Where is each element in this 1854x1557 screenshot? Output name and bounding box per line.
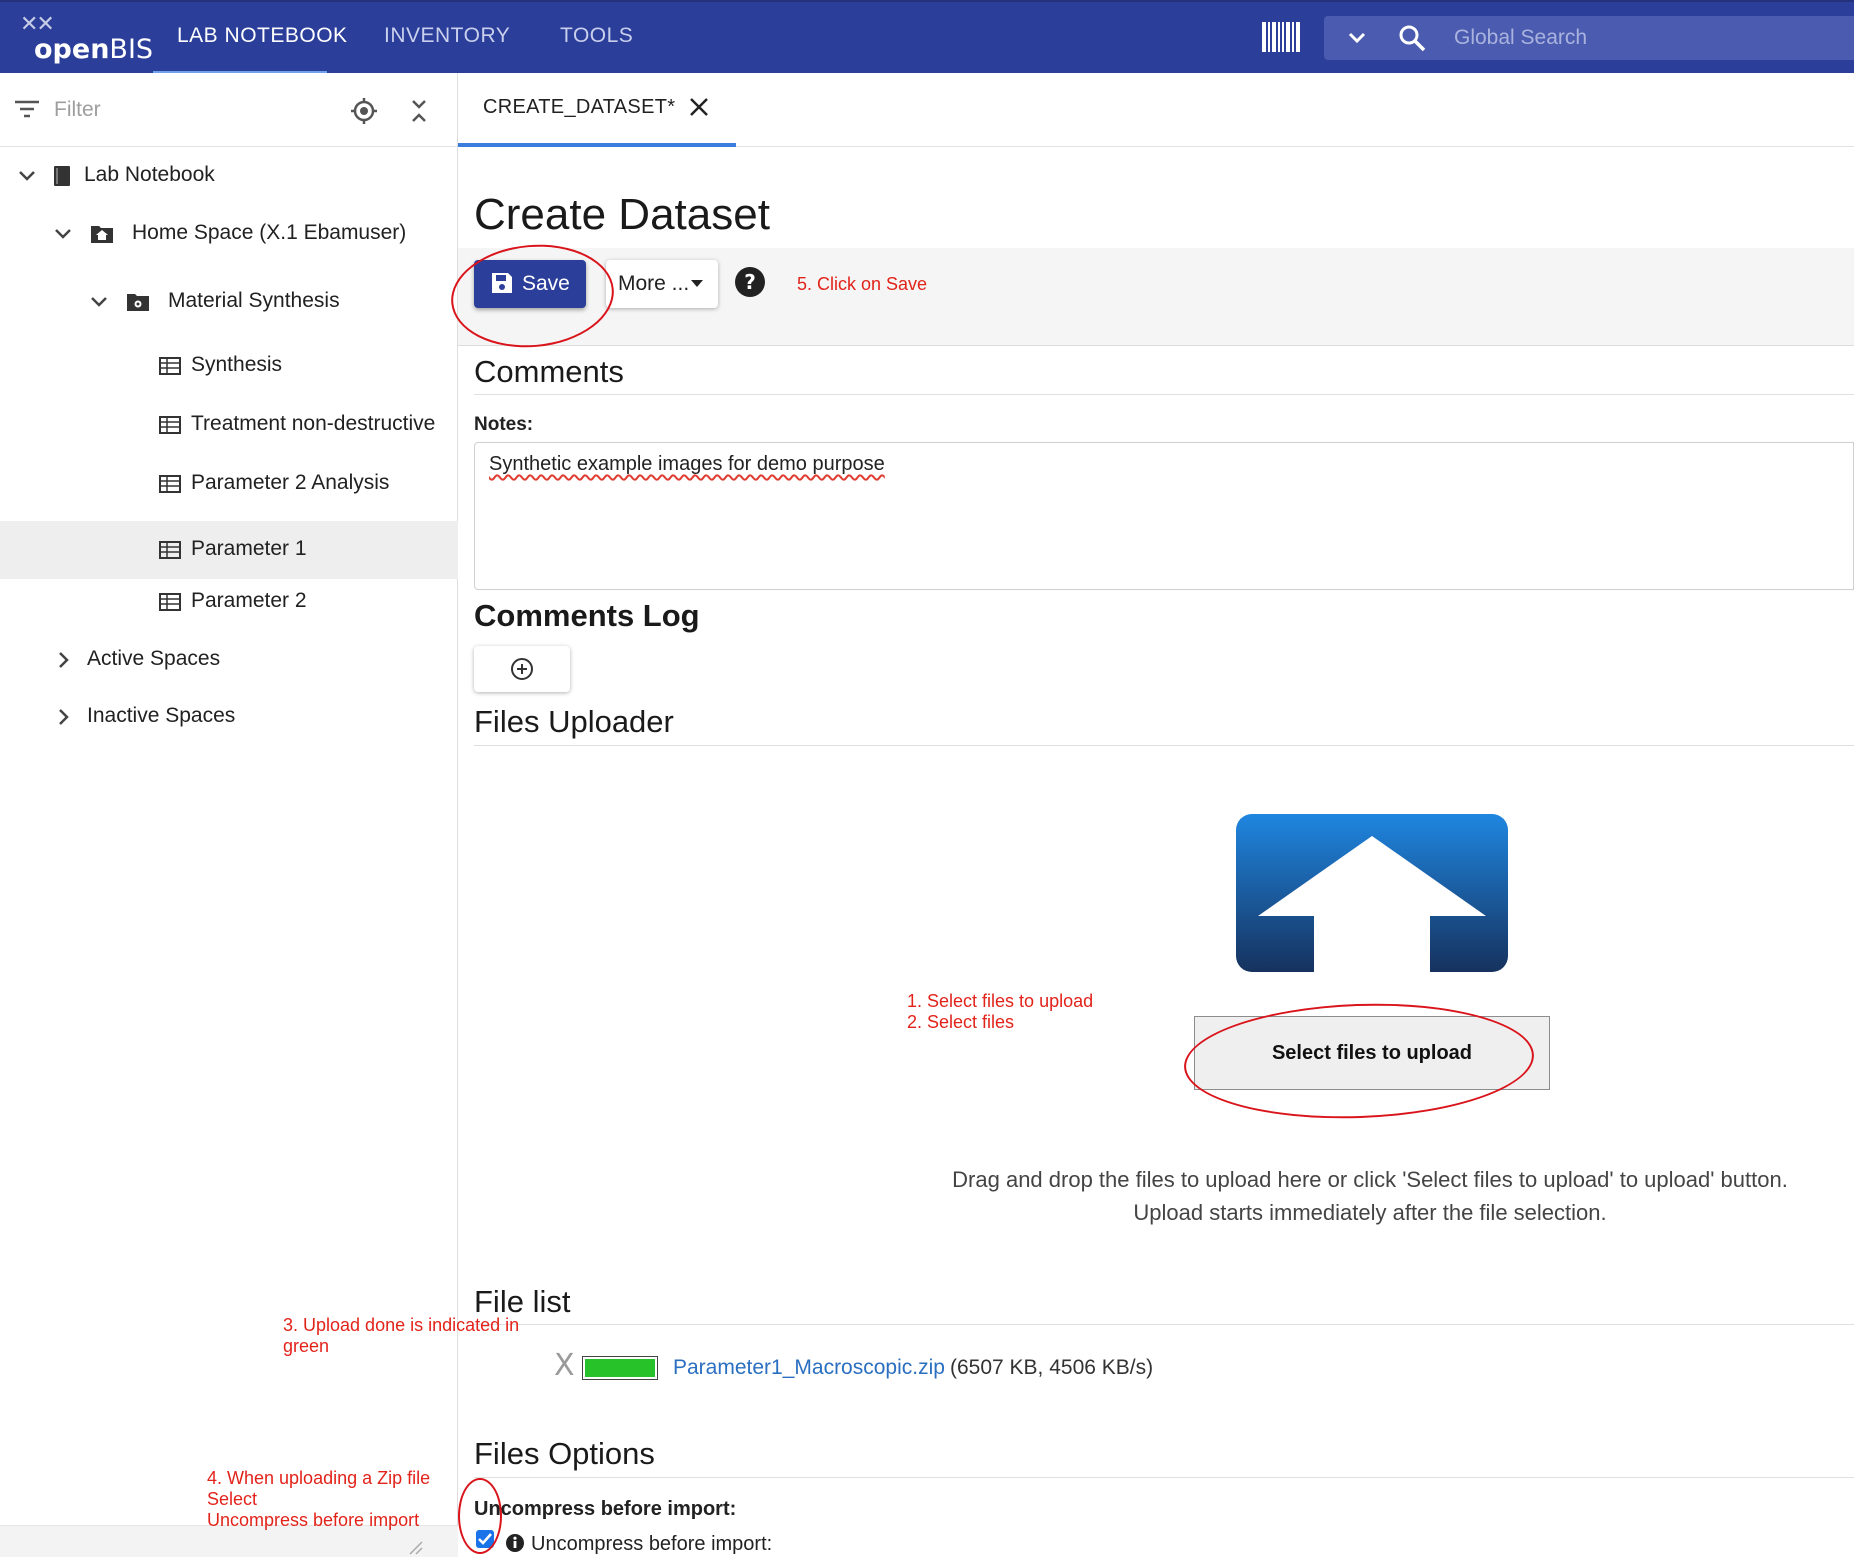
section-divider	[474, 745, 1854, 746]
section-divider	[474, 394, 1854, 395]
annotation-step-4-line-2: Select	[207, 1489, 258, 1509]
resize-grip-icon[interactable]	[406, 1540, 424, 1556]
barcode-icon[interactable]	[1262, 20, 1302, 54]
openbis-logo[interactable]: ✕✕ openBIS	[20, 10, 154, 66]
project-folder-icon	[127, 294, 149, 311]
tree-item-label: Active Spaces	[87, 647, 221, 670]
tree-item-label: Home Space (X.1 Ebamuser)	[132, 221, 407, 244]
tab-label: CREATE_DATASET*	[483, 96, 676, 118]
chevron-down-icon[interactable]	[52, 223, 74, 245]
file-size-speed: (6507 KB, 4506 KB/s)	[950, 1356, 1154, 1379]
logo-text: openBIS	[34, 34, 154, 65]
annotation-step-1: 1. Select files to upload	[907, 991, 1094, 1011]
global-search-input[interactable]	[1454, 23, 1834, 53]
uncompress-field-label: Uncompress before import:	[474, 1498, 737, 1520]
nav-tab-inventory[interactable]: INVENTORY	[384, 24, 510, 48]
more-dropdown-button[interactable]: More ...	[606, 260, 718, 308]
tree-item-label: Treatment non-destructive	[191, 412, 436, 435]
annotation-step-3-line-2: green	[283, 1336, 330, 1356]
tree-item-active-spaces[interactable]: Active Spaces	[0, 631, 458, 689]
table-icon	[159, 357, 181, 375]
tree-item-inactive-spaces[interactable]: Inactive Spaces	[0, 688, 458, 746]
table-icon	[159, 541, 181, 559]
search-icon[interactable]	[1398, 24, 1426, 52]
close-icon[interactable]	[688, 96, 710, 118]
home-folder-icon	[91, 226, 113, 243]
tree-item-lab-notebook[interactable]: Lab Notebook	[0, 147, 458, 205]
upload-arrow-icon[interactable]	[1236, 814, 1508, 972]
nav-tab-lab-notebook[interactable]: LAB NOTEBOOK	[177, 24, 348, 48]
chevron-down-icon[interactable]	[1346, 27, 1368, 49]
add-comment-button[interactable]	[474, 646, 570, 692]
page-title: Create Dataset	[474, 190, 770, 239]
annotation-step-4-line-3: Uncompress before import	[207, 1510, 420, 1530]
annotation-step-3-line-1: 3. Upload done is indicated in	[283, 1315, 520, 1335]
section-title-files-options: Files Options	[474, 1436, 655, 1471]
table-icon	[159, 593, 181, 611]
more-button-label: More ...	[618, 272, 690, 295]
filter-icon	[15, 100, 39, 118]
sidebar-filter-input[interactable]	[54, 97, 314, 123]
upload-progress-bar	[582, 1356, 658, 1380]
editor-tabs: CREATE_DATASET*	[458, 73, 1854, 147]
annotation-ellipse-checkbox	[458, 1478, 502, 1554]
section-title-files-uploader: Files Uploader	[474, 704, 674, 739]
notebook-icon	[54, 166, 70, 186]
remove-file-icon[interactable]: X	[554, 1351, 578, 1381]
drop-hint-line-1: Drag and drop the files to upload here o…	[952, 1167, 1788, 1192]
table-icon	[159, 416, 181, 434]
caret-down-icon	[691, 280, 703, 287]
uncompress-checkbox-label: Uncompress before import:	[531, 1533, 773, 1555]
tree-item-parameter-1[interactable]: Parameter 1	[0, 521, 458, 579]
tree-item-material-synthesis[interactable]: Material Synthesis	[0, 273, 458, 331]
collapse-all-icon[interactable]	[408, 98, 430, 124]
info-icon	[506, 1534, 524, 1552]
chevron-down-icon[interactable]	[88, 291, 110, 313]
tree-item-label: Lab Notebook	[84, 163, 215, 186]
chevron-down-icon[interactable]	[16, 165, 38, 187]
chevron-right-icon[interactable]	[52, 706, 74, 728]
section-title-comments-log: Comments Log	[474, 598, 700, 633]
tree-item-synthesis[interactable]: Synthesis	[0, 337, 458, 395]
nav-tab-tools[interactable]: TOOLS	[560, 24, 633, 48]
annotation-step-4-line-1: 4. When uploading a Zip file	[207, 1468, 431, 1488]
sidebar-filter-row	[0, 73, 458, 147]
tree-item-label: Synthesis	[191, 353, 283, 376]
global-search	[1324, 16, 1854, 60]
top-app-bar: ✕✕ openBIS LAB NOTEBOOK INVENTORY TOOLS	[0, 0, 1854, 75]
chevron-right-icon[interactable]	[52, 649, 74, 671]
tree-item-label: Parameter 2	[191, 589, 307, 612]
file-name-link[interactable]: Parameter1_Macroscopic.zip	[673, 1356, 945, 1380]
tree-item-parameter-2-analysis[interactable]: Parameter 2 Analysis	[0, 455, 458, 513]
tree-item-label: Parameter 1	[191, 537, 307, 560]
section-divider	[474, 1477, 1854, 1478]
tab-create-dataset[interactable]: CREATE_DATASET*	[458, 73, 736, 147]
svg-text:?: ?	[744, 270, 756, 294]
section-divider	[474, 1324, 1854, 1325]
notes-textarea[interactable]: Synthetic example images for demo purpos…	[474, 442, 1854, 590]
tree-item-label: Parameter 2 Analysis	[191, 471, 390, 494]
upload-progress-fill	[585, 1359, 655, 1377]
drop-hint-line-2: Upload starts immediately after the file…	[1133, 1200, 1607, 1225]
tree-item-label: Material Synthesis	[168, 289, 340, 312]
tree-item-home-space[interactable]: Home Space (X.1 Ebamuser)	[0, 205, 458, 263]
annotation-step-5: 5. Click on Save	[797, 274, 928, 294]
locate-icon[interactable]	[350, 97, 378, 125]
notes-value: Synthetic example images for demo purpos…	[489, 453, 885, 475]
tree-item-label: Inactive Spaces	[87, 704, 236, 727]
help-icon[interactable]: ?	[734, 266, 766, 298]
section-title-comments: Comments	[474, 354, 624, 389]
notes-label: Notes:	[474, 414, 534, 435]
tab-active-indicator	[458, 143, 736, 147]
table-icon	[159, 475, 181, 493]
add-circle-icon	[511, 658, 533, 680]
annotation-step-2: 2. Select files	[907, 1012, 1015, 1032]
tree-item-treatment-non-destructive[interactable]: Treatment non-destructive	[0, 396, 458, 454]
tree-item-parameter-2[interactable]: Parameter 2	[0, 573, 458, 631]
